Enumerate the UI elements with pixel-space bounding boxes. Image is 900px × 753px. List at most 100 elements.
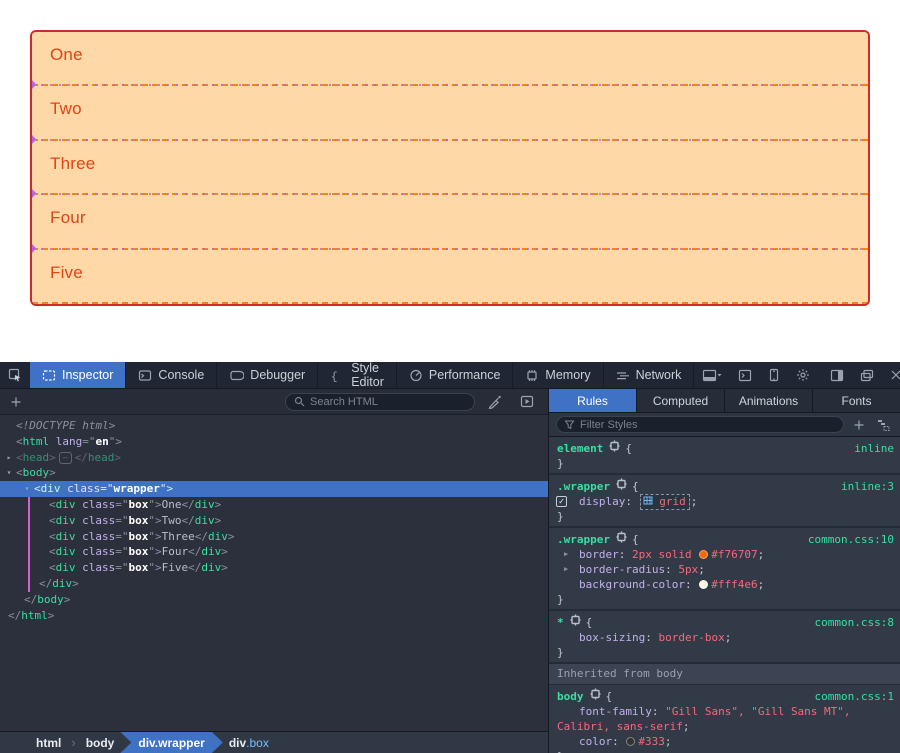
markup-tree-row[interactable]: ▸<head>–</head>: [0, 450, 548, 466]
markup-tree-row[interactable]: </body>: [0, 592, 548, 608]
rule-selector[interactable]: .wrapper: [557, 479, 610, 494]
grid-box-three: Three: [32, 141, 868, 195]
css-declaration[interactable]: font-family: "Gill Sans", "Gill Sans MT"…: [549, 704, 900, 734]
performance-icon: [409, 369, 423, 382]
sidebar-tab-animations[interactable]: Animations: [725, 389, 813, 412]
markup-tree-row[interactable]: ▾<div class="wrapper">: [0, 481, 548, 497]
css-declaration[interactable]: color: #333;: [549, 734, 900, 749]
markup-tree-row[interactable]: ▾<body>: [0, 465, 548, 481]
css-declaration[interactable]: ▶border-radius: 5px;: [549, 562, 900, 577]
css-declaration[interactable]: ✓display: grid;: [549, 494, 900, 509]
tab-debugger[interactable]: Debugger: [217, 362, 318, 388]
rule-source-link[interactable]: common.css:1: [815, 689, 894, 704]
sidebar-tab-computed[interactable]: Computed: [637, 389, 725, 412]
markup-tree-row[interactable]: </div>: [0, 576, 548, 592]
rule-source-link[interactable]: common.css:10: [808, 532, 894, 547]
collapse-twisty-icon[interactable]: ▾: [22, 481, 32, 497]
separate-window-icon[interactable]: [852, 362, 882, 388]
markup-tree-row[interactable]: <div class="box">Five</div>: [0, 560, 548, 576]
collapse-twisty-icon[interactable]: ▾: [4, 465, 14, 481]
markup-tree-row[interactable]: <div class="box">One</div>: [0, 497, 548, 513]
close-icon[interactable]: [882, 362, 900, 388]
grid-box-two: Two: [32, 86, 868, 140]
grid-mini-icon[interactable]: [643, 496, 653, 505]
tab-console[interactable]: Console: [126, 362, 217, 388]
devtools-toolbar: Inspector Console Debugger { } Style Editor P…: [0, 362, 900, 389]
css-rule: body{common.css:1font-family: "Gill Sans…: [549, 685, 900, 753]
tab-inspector[interactable]: Inspector: [30, 362, 126, 388]
color-swatch[interactable]: [699, 550, 708, 559]
tab-performance[interactable]: Performance: [397, 362, 514, 388]
devtools-panel: Inspector Console Debugger { } Style Editor P…: [0, 362, 900, 753]
css-declaration[interactable]: background-color: #fff4e6;: [549, 577, 900, 592]
search-placeholder: Search HTML: [310, 396, 378, 408]
selector-target-icon[interactable]: [615, 531, 628, 543]
pseudo-class-panel-icon[interactable]: [874, 418, 893, 432]
rule-selector[interactable]: .wrapper: [557, 532, 610, 547]
rule-selector[interactable]: element: [557, 441, 603, 456]
search-html-input[interactable]: Search HTML: [285, 393, 475, 411]
css-rules-list: element{inline}.wrapper{inline:3✓display…: [549, 437, 900, 753]
browser-page-preview: OneTwoThreeFourFive: [0, 0, 900, 362]
collapsed-content-icon[interactable]: –: [59, 452, 72, 464]
selector-target-icon[interactable]: [569, 614, 582, 626]
expand-shorthand-icon[interactable]: ▶: [564, 547, 568, 562]
css-rule: element{inline}: [549, 437, 900, 475]
filter-styles-bar: Filter Styles: [549, 413, 900, 437]
selector-target-icon[interactable]: [615, 478, 628, 490]
breadcrumb-item-body[interactable]: body: [76, 732, 125, 753]
inspector-icon: [42, 369, 56, 382]
add-node-button[interactable]: [8, 396, 24, 408]
style-editor-icon: { }: [330, 369, 345, 382]
responsive-mode-icon[interactable]: [760, 362, 788, 388]
tab-label: Performance: [429, 368, 501, 382]
selector-target-icon[interactable]: [608, 440, 621, 452]
css-rule: .wrapper{inline:3✓display: grid;}: [549, 475, 900, 528]
markup-toolbar: Search HTML: [0, 389, 548, 415]
sidebar-tabs: RulesComputedAnimationsFonts: [549, 389, 900, 413]
tab-network[interactable]: Network: [604, 362, 695, 388]
debugger-icon: [229, 369, 244, 382]
filter-styles-input[interactable]: Filter Styles: [556, 416, 844, 433]
tab-label: Inspector: [62, 368, 113, 382]
eyedropper-icon[interactable]: [483, 395, 506, 409]
grid-box-four: Four: [32, 195, 868, 249]
paint-flash-icon[interactable]: [514, 395, 540, 408]
rule-selector[interactable]: *: [557, 615, 564, 630]
css-declaration[interactable]: box-sizing: border-box;: [549, 630, 900, 645]
color-swatch[interactable]: [626, 737, 635, 746]
markup-tree-row[interactable]: <!DOCTYPE html>: [0, 418, 548, 434]
tab-label: Style Editor: [351, 361, 384, 389]
tab-style-editor[interactable]: { } Style Editor: [318, 362, 397, 388]
sidebar-tab-rules[interactable]: Rules: [549, 389, 637, 412]
settings-gear-icon[interactable]: [788, 362, 818, 388]
breadcrumb-item-div.wrapper[interactable]: div.wrapper: [120, 732, 222, 753]
console-pane-icon[interactable]: [730, 362, 760, 388]
svg-text:{ }: { }: [331, 371, 345, 382]
breadcrumb-item-html[interactable]: html: [26, 732, 71, 753]
pick-element-icon[interactable]: [0, 362, 30, 388]
markup-tree-row[interactable]: <div class="box">Three</div>: [0, 529, 548, 545]
dock-side-icon[interactable]: [822, 362, 852, 388]
rule-source-link[interactable]: inline: [854, 441, 894, 456]
markup-tree-row[interactable]: <html lang="en">: [0, 434, 548, 450]
rule-source-link[interactable]: common.css:8: [815, 615, 894, 630]
rule-selector[interactable]: body: [557, 689, 584, 704]
markup-tree-row[interactable]: <div class="box">Two</div>: [0, 513, 548, 529]
split-console-icon[interactable]: [694, 362, 730, 388]
grid-wrapper: OneTwoThreeFourFive: [30, 30, 870, 306]
declaration-checkbox[interactable]: ✓: [556, 496, 567, 507]
color-swatch[interactable]: [699, 580, 708, 589]
selector-target-icon[interactable]: [589, 688, 602, 700]
sidebar-tab-fonts[interactable]: Fonts: [813, 389, 900, 412]
css-declaration[interactable]: ▶border: 2px solid #f76707;: [549, 547, 900, 562]
rule-source-link[interactable]: inline:3: [841, 479, 894, 494]
inherited-from-header: Inherited from body: [549, 664, 900, 685]
markup-tree-row[interactable]: </html>: [0, 608, 548, 624]
tab-label: Debugger: [250, 368, 305, 382]
breadcrumb-item-div.box[interactable]: div.box: [219, 732, 279, 753]
tab-memory[interactable]: Memory: [513, 362, 603, 388]
add-rule-button[interactable]: [853, 419, 865, 431]
expand-shorthand-icon[interactable]: ▶: [564, 562, 568, 577]
markup-tree-row[interactable]: <div class="box">Four</div>: [0, 544, 548, 560]
